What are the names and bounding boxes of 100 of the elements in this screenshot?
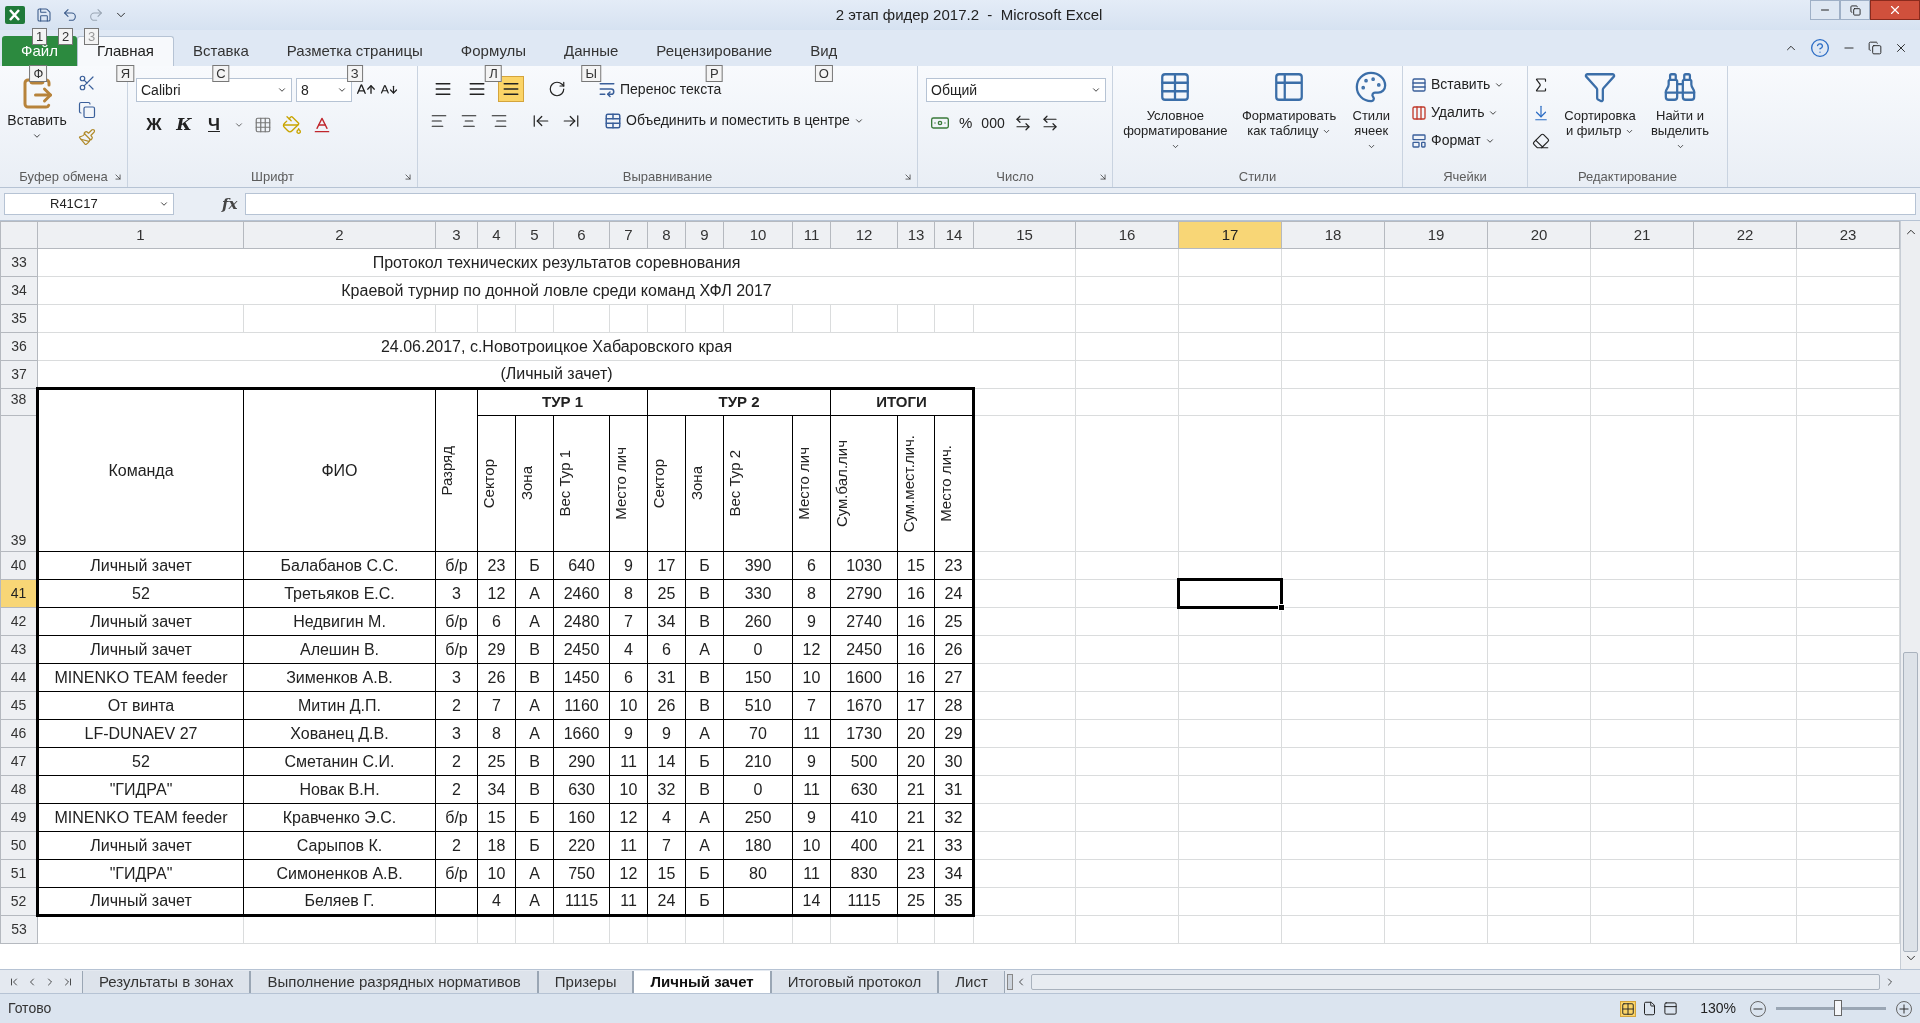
name-box[interactable]: R41C17: [4, 193, 174, 215]
ribbon-tab[interactable]: Вставка: [174, 36, 268, 66]
row-header[interactable]: 39: [0, 415, 38, 552]
column-header[interactable]: 4: [477, 221, 516, 249]
column-header[interactable]: 18: [1281, 221, 1385, 249]
cells-button[interactable]: Удалить: [1411, 102, 1505, 123]
column-header[interactable]: 1: [37, 221, 244, 249]
column-header[interactable]: 20: [1487, 221, 1591, 249]
copy-icon[interactable]: [78, 101, 96, 119]
row-header[interactable]: 34: [0, 276, 38, 305]
column-header[interactable]: 10: [723, 221, 793, 249]
column-header[interactable]: 9: [685, 221, 724, 249]
cells-button[interactable]: Формат: [1411, 130, 1505, 151]
table-cell: 2790: [846, 584, 882, 602]
normal-view-icon[interactable]: [1620, 1000, 1637, 1017]
column-header[interactable]: 14: [934, 221, 974, 249]
dialog-launcher-icon[interactable]: [113, 172, 123, 182]
ribbon-tab[interactable]: Вид: [791, 36, 857, 66]
formula-input[interactable]: [245, 193, 1916, 215]
cell-styles-button[interactable]: Стили ячеек: [1344, 70, 1398, 167]
column-header[interactable]: 23: [1796, 221, 1900, 249]
zoom-level[interactable]: 130%: [1700, 998, 1736, 1019]
dialog-launcher-icon[interactable]: [903, 172, 913, 182]
fill-handle[interactable]: [1278, 604, 1285, 611]
sheet-tab[interactable]: Результаты в зонах: [82, 970, 251, 993]
restore-button[interactable]: [1840, 0, 1870, 20]
table-cell: 10: [619, 780, 638, 798]
column-header[interactable]: 17: [1178, 221, 1282, 249]
table-cell: 9: [807, 612, 816, 630]
page-layout-icon[interactable]: [1642, 1001, 1658, 1016]
table-cell: 24: [657, 892, 676, 909]
row-header[interactable]: 53: [0, 915, 38, 944]
scrollbar-thumb[interactable]: [1903, 651, 1918, 952]
scrollbar-thumb[interactable]: [1030, 973, 1880, 990]
page-break-icon[interactable]: [1663, 1001, 1679, 1016]
bold-button[interactable]: Ж: [144, 112, 164, 138]
column-header[interactable]: 5: [515, 221, 554, 249]
sheet-tab[interactable]: Выполнение разрядных нормативов: [250, 970, 538, 993]
first-sheet-icon[interactable]: [8, 975, 20, 988]
borders-icon[interactable]: [254, 115, 272, 134]
minimize-button[interactable]: [1810, 0, 1840, 20]
row-header[interactable]: 37: [0, 360, 38, 389]
column-header[interactable]: 7: [609, 221, 648, 249]
sheet-tab[interactable]: Итоговый протокол: [770, 970, 939, 993]
column-header[interactable]: 6: [553, 221, 610, 249]
restore-icon[interactable]: [1868, 41, 1882, 55]
font-size-field[interactable]: 8: [296, 78, 352, 102]
column-header[interactable]: 11: [792, 221, 831, 249]
column-header[interactable]: 3: [435, 221, 478, 249]
column-header[interactable]: 12: [830, 221, 898, 249]
tab-split-handle[interactable]: [1006, 973, 1013, 990]
format-as-table-button[interactable]: Форматировать как таблицу: [1233, 70, 1345, 167]
format-painter-icon[interactable]: [78, 128, 96, 146]
conditional-formatting-button[interactable]: Условное форматирование: [1117, 70, 1234, 167]
font-name-field[interactable]: Calibri: [136, 78, 292, 102]
number-format-field[interactable]: Общий: [926, 78, 1106, 102]
fill-color-icon[interactable]: [282, 114, 302, 135]
row-header[interactable]: 35: [0, 304, 38, 333]
fill-icon[interactable]: [1532, 104, 1550, 122]
percent-button[interactable]: %: [959, 112, 973, 135]
column-header[interactable]: 15: [973, 221, 1076, 249]
sort-filter-button[interactable]: Сортировка и фильтр: [1558, 70, 1642, 167]
column-header[interactable]: 13: [897, 221, 935, 249]
zoom-slider-thumb[interactable]: [1833, 1000, 1842, 1016]
undo-icon[interactable]: [62, 7, 78, 23]
sheet-tab[interactable]: Лист: [938, 970, 1005, 993]
last-sheet-icon[interactable]: [62, 975, 74, 988]
close-icon[interactable]: [1894, 41, 1908, 55]
orientation-icon[interactable]: [548, 80, 566, 98]
sheet-tab[interactable]: Личный зачет: [633, 970, 771, 993]
ribbon-tab[interactable]: Рецензирование: [637, 36, 792, 66]
help-icon[interactable]: [1810, 38, 1830, 58]
row-header[interactable]: 33: [0, 248, 38, 277]
ribbon-tab[interactable]: Формулы: [441, 36, 546, 66]
close-button[interactable]: [1870, 0, 1920, 20]
dialog-launcher-icon[interactable]: [1098, 172, 1108, 182]
row-header[interactable]: 36: [0, 332, 38, 361]
column-header[interactable]: 2: [243, 221, 436, 249]
function-label[interactable]: fx: [222, 192, 238, 216]
cut-icon[interactable]: [78, 74, 96, 92]
ribbon-tab[interactable]: Данные: [545, 36, 638, 66]
cells-button[interactable]: Вставить: [1411, 74, 1505, 95]
eraser-icon[interactable]: [1532, 132, 1550, 150]
sheet-tab[interactable]: Призеры: [537, 970, 634, 993]
underline-button[interactable]: Ч: [204, 112, 224, 138]
column-header[interactable]: 19: [1384, 221, 1488, 249]
ribbon-tab[interactable]: Разметка страницы: [267, 36, 442, 66]
column-header[interactable]: 16: [1075, 221, 1179, 249]
excel-logo-icon[interactable]: [4, 5, 26, 25]
column-header[interactable]: 22: [1693, 221, 1797, 249]
italic-button[interactable]: К: [174, 112, 194, 138]
thousands-button[interactable]: 000: [981, 112, 1005, 134]
merge-center-button[interactable]: Объединить и поместить в центре: [604, 110, 864, 131]
save-icon[interactable]: [36, 7, 52, 23]
dialog-launcher-icon[interactable]: [403, 172, 413, 182]
column-header[interactable]: 8: [647, 221, 686, 249]
column-header[interactable]: 21: [1590, 221, 1694, 249]
selected-cell[interactable]: [1178, 579, 1282, 608]
find-select-button[interactable]: Найти и выделить: [1642, 70, 1718, 167]
vertical-align-icon[interactable]: [498, 76, 524, 102]
